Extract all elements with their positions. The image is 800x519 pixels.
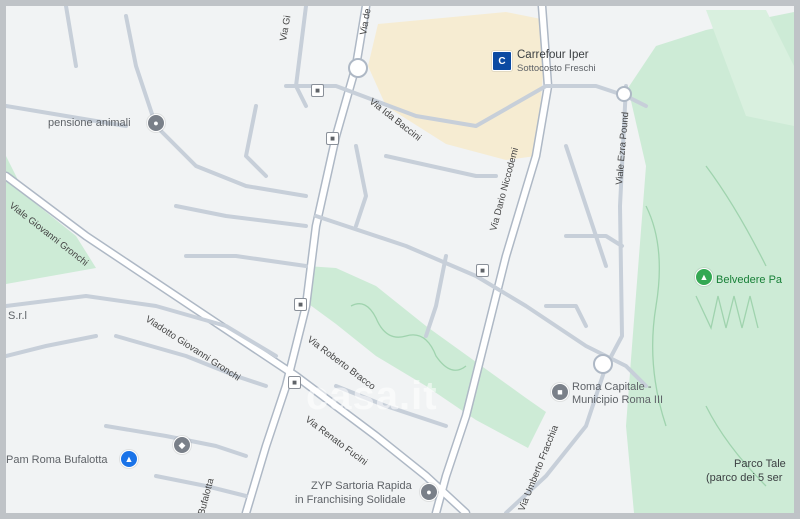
place-label-pensione-animali[interactable]: pensione animali <box>48 117 131 129</box>
school-icon[interactable]: ◆ <box>173 436 191 454</box>
bus-stop-icon[interactable]: ■ <box>326 132 339 145</box>
place-label-belvedere[interactable]: Belvedere Pa <box>716 274 782 286</box>
map-frame: casa.it Via Gi Via de Via Ida Baccini Vi… <box>0 0 800 519</box>
bus-stop-icon[interactable]: ■ <box>476 264 489 277</box>
place-label-zyp-line1[interactable]: ZYP Sartoria Rapida <box>311 480 412 492</box>
place-label-parco-line2: (parco dei 5 ser <box>706 472 783 484</box>
place-pin-icon[interactable]: ● <box>147 114 165 132</box>
bus-stop-icon[interactable]: ■ <box>311 84 324 97</box>
roundabout <box>593 354 613 374</box>
place-label-zyp-line2: in Franchising Solidale <box>295 494 406 506</box>
map-base-layer <box>6 6 794 513</box>
place-label-parco-line1[interactable]: Parco Tale <box>734 458 786 470</box>
place-label-pam[interactable]: Pam Roma Bufalotta <box>6 454 108 466</box>
place-label-srl: S.r.l <box>8 310 27 322</box>
tree-icon[interactable]: ▲ <box>695 268 713 286</box>
bus-stop-icon[interactable]: ■ <box>288 376 301 389</box>
shopping-cart-icon[interactable]: ▲ <box>120 450 138 468</box>
map-canvas[interactable]: casa.it Via Gi Via de Via Ida Baccini Vi… <box>6 6 794 513</box>
carrefour-logo-icon[interactable]: C <box>492 51 512 71</box>
place-label-municipio-line1[interactable]: Roma Capitale - <box>572 381 651 393</box>
roundabout <box>616 86 632 102</box>
place-pin-icon[interactable]: ● <box>420 483 438 501</box>
roundabout <box>348 58 368 78</box>
place-sublabel-carrefour: Sottocosto Freschi <box>517 63 596 74</box>
place-label-municipio-line2: Municipio Roma III <box>572 394 664 406</box>
place-label-carrefour[interactable]: Carrefour Iper <box>517 49 589 61</box>
bus-stop-icon[interactable]: ■ <box>294 298 307 311</box>
commercial-area <box>368 12 546 160</box>
government-building-icon[interactable]: ■ <box>551 383 569 401</box>
